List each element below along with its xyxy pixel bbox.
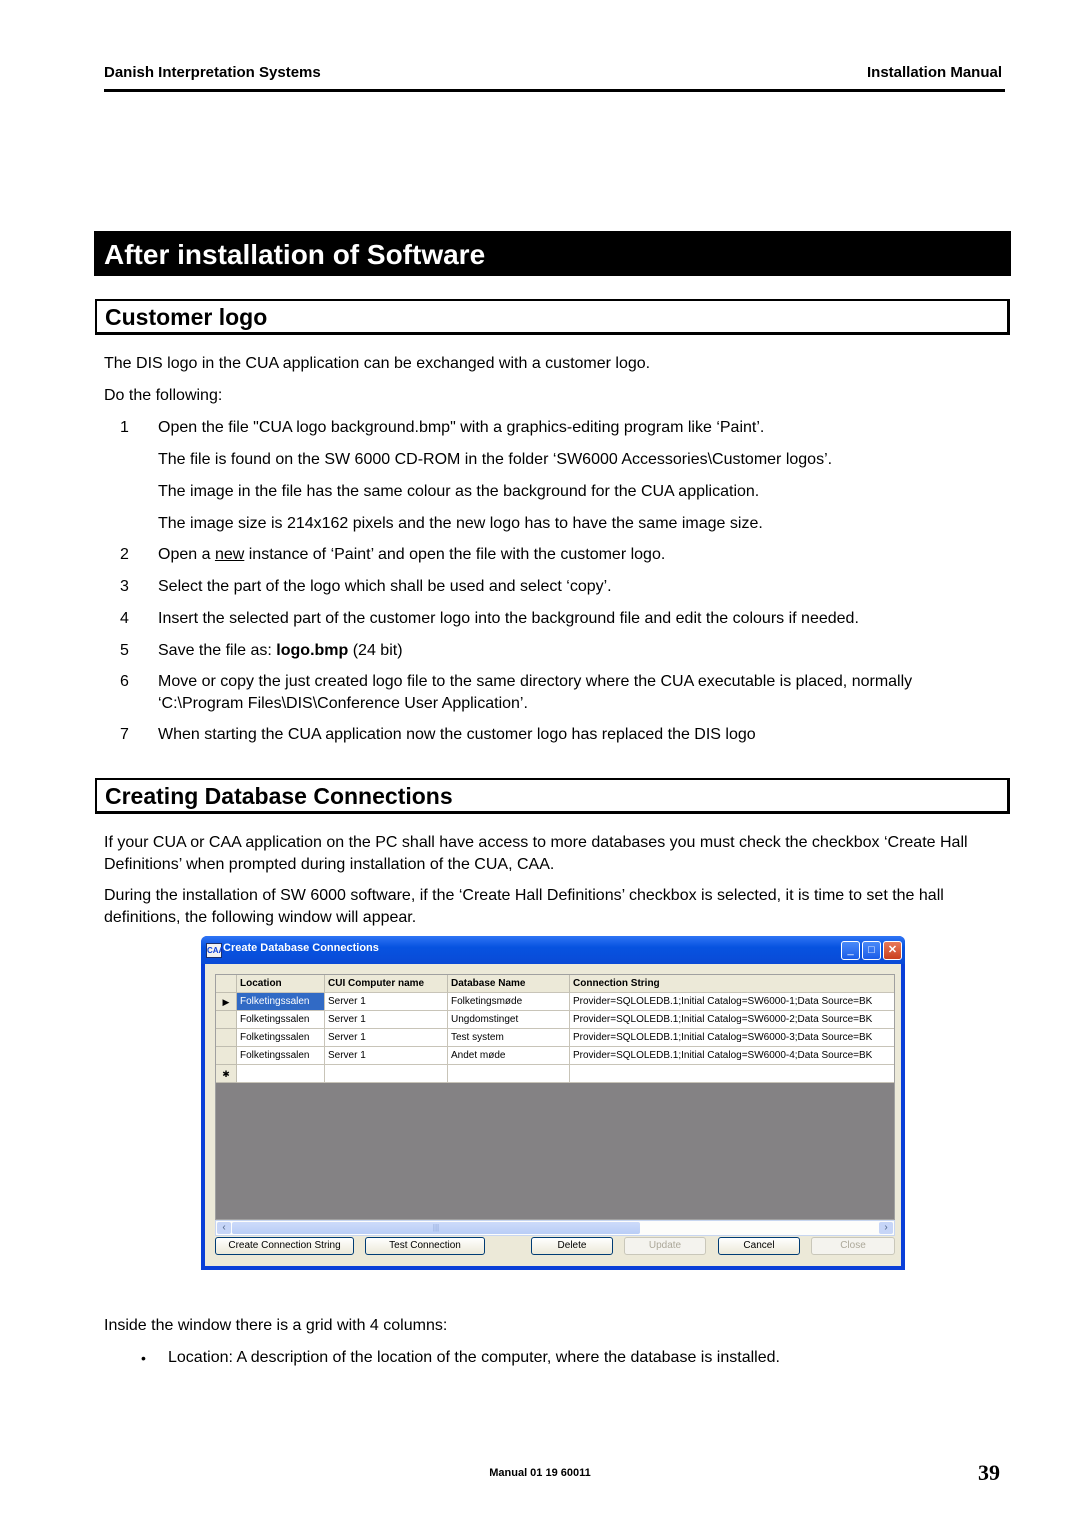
step-text: Save the file as: logo.bmp (24 bit) [158, 640, 988, 662]
cell-database-name[interactable]: Folketingsmøde [448, 993, 570, 1011]
column-header-location[interactable]: Location [237, 975, 325, 993]
table-row[interactable]: Folketingssalen Server 1 Andet møde Prov… [216, 1047, 894, 1065]
cell-location[interactable] [237, 1065, 325, 1083]
step-number: 6 [120, 673, 129, 690]
step-number: 1 [120, 419, 129, 436]
new-row-asterisk-icon[interactable]: ✱ [216, 1065, 237, 1083]
filename-logo-bmp: logo.bmp [276, 642, 349, 659]
grid-corner [216, 975, 237, 993]
update-button[interactable]: Update [624, 1237, 706, 1255]
step-text: Select the part of the logo which shall … [158, 578, 612, 595]
step-text: Insert the selected part of the customer… [158, 610, 859, 627]
test-connection-button[interactable]: Test Connection [365, 1237, 485, 1255]
row-selector[interactable] [216, 1011, 237, 1029]
chapter-title: After installation of Software [94, 231, 1011, 276]
step-text-part: instance of ‘Paint’ and open the file wi… [244, 546, 666, 563]
cell-location[interactable]: Folketingssalen [237, 1011, 325, 1029]
bullet-icon: • [141, 1350, 146, 1366]
cell-connection-string[interactable]: Provider=SQLOLEDB.1;Initial Catalog=SW60… [570, 1011, 894, 1029]
cell-connection-string[interactable]: Provider=SQLOLEDB.1;Initial Catalog=SW60… [570, 1047, 894, 1065]
step-number: 5 [120, 642, 129, 659]
column-header-database-name[interactable]: Database Name [448, 975, 570, 993]
cell-computer-name[interactable]: Server 1 [325, 1047, 448, 1065]
scroll-thumb[interactable]: ||| [232, 1222, 640, 1234]
step-text: Open a new instance of ‘Paint’ and open … [158, 544, 988, 566]
customer-logo-intro: The DIS logo in the CUA application can … [104, 355, 651, 372]
grid-description: Inside the window there is a grid with 4… [104, 1317, 448, 1334]
window-body: Location CUI Computer name Database Name… [205, 964, 901, 1266]
cell-location[interactable]: Folketingssalen [237, 993, 325, 1011]
step-number: 3 [120, 578, 129, 595]
step-note: The file is found on the SW 6000 CD-ROM … [158, 451, 833, 468]
emphasis-new: new [214, 546, 245, 563]
cancel-button[interactable]: Cancel [718, 1237, 800, 1255]
table-row[interactable]: Folketingssalen Server 1 Ungdomstinget P… [216, 1011, 894, 1029]
step-note: The image in the file has the same colou… [158, 483, 760, 500]
grid-header-row: Location CUI Computer name Database Name… [216, 975, 894, 993]
close-button[interactable]: Close [811, 1237, 895, 1255]
bullet-item-location: Location: A description of the location … [168, 1349, 780, 1366]
cell-connection-string[interactable] [570, 1065, 894, 1083]
window-title-bar[interactable]: CAA Create Database Connections _ □ ✕ [201, 936, 905, 964]
app-icon: CAA [206, 943, 224, 958]
step-number: 4 [120, 610, 129, 627]
window-title: Create Database Connections [223, 942, 379, 954]
step-text: Move or copy the just created logo file … [158, 673, 913, 712]
section-heading-database-connections: Creating Database Connections [95, 778, 1010, 814]
header-rule [104, 89, 1005, 92]
cell-computer-name[interactable] [325, 1065, 448, 1083]
cell-location[interactable]: Folketingssalen [237, 1029, 325, 1047]
db-paragraph-1: If your CUA or CAA application on the PC… [104, 834, 968, 873]
cell-computer-name[interactable]: Server 1 [325, 993, 448, 1011]
cell-computer-name[interactable]: Server 1 [325, 1029, 448, 1047]
row-selector[interactable] [216, 1029, 237, 1047]
step-text-part: Open a [158, 546, 215, 563]
minimize-button[interactable]: _ [841, 941, 860, 960]
create-database-connections-window: CAA Create Database Connections _ □ ✕ Lo… [201, 936, 905, 1270]
header-company: Danish Interpretation Systems [104, 64, 321, 81]
step-number: 2 [120, 546, 129, 563]
row-selector[interactable] [216, 1047, 237, 1065]
horizontal-scrollbar[interactable]: ‹ ||| › [215, 1220, 895, 1236]
step-number: 7 [120, 726, 129, 743]
current-row-marker-icon[interactable]: ▶ [216, 993, 237, 1011]
table-row[interactable]: ▶ Folketingssalen Server 1 Folketingsmød… [216, 993, 894, 1011]
cell-computer-name[interactable]: Server 1 [325, 1011, 448, 1029]
step-note: The image size is 214x162 pixels and the… [158, 515, 763, 532]
step-text: When starting the CUA application now th… [158, 726, 756, 743]
column-header-cui-computer-name[interactable]: CUI Computer name [325, 975, 448, 993]
db-paragraph-2: During the installation of SW 6000 softw… [104, 887, 944, 926]
cell-location[interactable]: Folketingssalen [237, 1047, 325, 1065]
step-text-part: (24 bit) [348, 642, 403, 659]
step-text: Open the file "CUA logo background.bmp" … [158, 419, 765, 436]
cell-connection-string[interactable]: Provider=SQLOLEDB.1;Initial Catalog=SW60… [570, 993, 894, 1011]
cell-connection-string[interactable]: Provider=SQLOLEDB.1;Initial Catalog=SW60… [570, 1029, 894, 1047]
running-header: Danish Interpretation Systems Installati… [104, 64, 1002, 86]
connections-grid: Location CUI Computer name Database Name… [215, 974, 895, 1220]
delete-button[interactable]: Delete [531, 1237, 613, 1255]
step-text-part: Save the file as: [158, 642, 277, 659]
close-window-button[interactable]: ✕ [883, 941, 902, 960]
maximize-button[interactable]: □ [862, 941, 881, 960]
table-row[interactable]: Folketingssalen Server 1 Test system Pro… [216, 1029, 894, 1047]
create-connection-string-button[interactable]: Create Connection String [215, 1237, 354, 1255]
column-header-connection-string[interactable]: Connection String [570, 975, 894, 993]
cell-database-name[interactable] [448, 1065, 570, 1083]
cell-database-name[interactable]: Ungdomstinget [448, 1011, 570, 1029]
scroll-right-icon[interactable]: › [879, 1222, 893, 1234]
manual-code: Manual 01 19 60011 [489, 1467, 591, 1479]
cell-database-name[interactable]: Test system [448, 1029, 570, 1047]
page-number: 39 [978, 1460, 1000, 1485]
do-following-label: Do the following: [104, 387, 223, 404]
section-heading-customer-logo: Customer logo [95, 299, 1010, 335]
scroll-left-icon[interactable]: ‹ [217, 1222, 231, 1234]
new-row[interactable]: ✱ [216, 1065, 894, 1083]
header-document-type: Installation Manual [866, 64, 1002, 81]
cell-database-name[interactable]: Andet møde [448, 1047, 570, 1065]
